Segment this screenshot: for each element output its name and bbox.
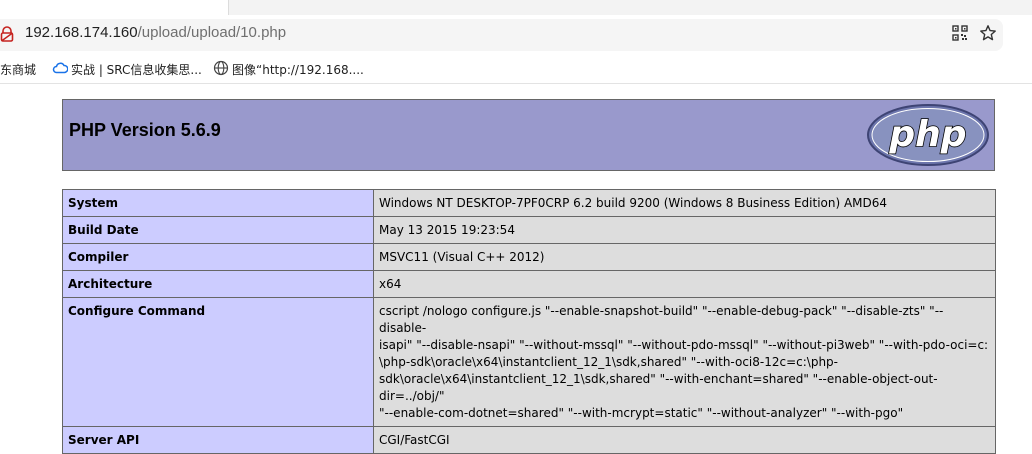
bookmark-item[interactable]: 实战 | SRC信息收集思...	[71, 61, 202, 78]
qr-code-icon[interactable]	[952, 25, 968, 41]
table-row: Architecture x64	[62, 270, 996, 298]
url-path: /upload/upload/10.php	[137, 24, 287, 41]
table-row: System Windows NT DESKTOP-7PF0CRP 6.2 bu…	[62, 189, 996, 217]
row-value: x64	[373, 270, 996, 298]
cloud-icon	[52, 62, 68, 74]
row-value: Windows NT DESKTOP-7PF0CRP 6.2 build 920…	[373, 189, 996, 217]
row-key: Configure Command	[62, 297, 374, 427]
url-host: 192.168.174.160	[25, 24, 138, 41]
url-text[interactable]: 192.168.174.160/upload/upload/10.php	[25, 24, 286, 41]
php-info-table: System Windows NT DESKTOP-7PF0CRP 6.2 bu…	[62, 189, 996, 454]
table-row: Server API CGI/FastCGI	[62, 426, 996, 454]
active-tab[interactable]	[0, 0, 229, 15]
row-value-multiline: cscript /nologo configure.js "--enable-s…	[373, 297, 996, 427]
table-row: Build Date May 13 2015 19:23:54	[62, 216, 996, 244]
value-line: isapi" "--disable-nsapi" "--without-mssq…	[379, 338, 989, 352]
globe-icon	[213, 60, 229, 76]
table-row: Configure Command cscript /nologo config…	[62, 297, 996, 427]
value-line: cscript /nologo configure.js "--enable-s…	[379, 304, 944, 335]
row-key: Architecture	[62, 270, 374, 298]
row-value: MSVC11 (Visual C++ 2012)	[373, 243, 996, 271]
row-key: Server API	[62, 426, 374, 454]
table-row: Compiler MSVC11 (Visual C++ 2012)	[62, 243, 996, 271]
value-line: \php-sdk\oracle\x64\instantclient_12_1\s…	[379, 355, 838, 369]
row-key: System	[62, 189, 374, 217]
php-logo-text: php	[888, 114, 966, 155]
bookmark-item[interactable]: 图像“http://192.168....	[232, 61, 364, 78]
row-value: CGI/FastCGI	[373, 426, 996, 454]
row-value: May 13 2015 19:23:54	[373, 216, 996, 244]
value-line: "--enable-com-dotnet=shared" "--with-mcr…	[379, 406, 904, 420]
bookmark-item[interactable]: 东商城	[0, 61, 36, 78]
tab-strip	[0, 0, 1032, 15]
php-logo-icon: php	[867, 104, 989, 166]
php-header: PHP Version 5.6.9 php	[62, 99, 995, 171]
page-title: PHP Version 5.6.9	[69, 120, 221, 140]
bookmark-star-icon[interactable]	[979, 24, 997, 42]
bookmarks-bar: 东商城 实战 | SRC信息收集思... 图像“http://192.168..…	[0, 55, 1032, 84]
insecure-lock-icon[interactable]	[0, 26, 14, 42]
row-key: Build Date	[62, 216, 374, 244]
value-line: sdk\oracle\x64\instantclient_12_1\sdk,sh…	[379, 372, 938, 403]
row-key: Compiler	[62, 243, 374, 271]
